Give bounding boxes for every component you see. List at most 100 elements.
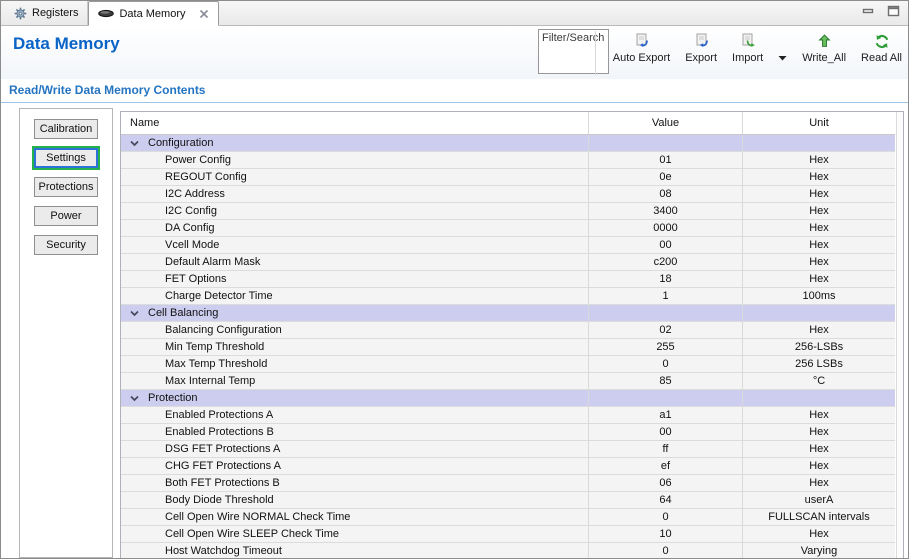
table-row[interactable]: Charge Detector Time1100ms: [121, 288, 895, 305]
toolbar-import-button[interactable]: Import: [732, 31, 763, 64]
table-row[interactable]: Host Watchdog Timeout0Varying: [121, 543, 895, 559]
group-name-cell: Protection: [121, 390, 589, 406]
cell-unit: Hex: [743, 322, 895, 338]
toolbar-auto-export-button[interactable]: Auto Export: [613, 31, 670, 64]
cell-value: 01: [589, 152, 743, 168]
tab-label: Registers: [32, 7, 78, 19]
cell-name: Both FET Protections B: [121, 475, 589, 491]
table-row[interactable]: REGOUT Config0eHex: [121, 169, 895, 186]
group-row-configuration[interactable]: Configuration: [121, 135, 895, 152]
column-header-unit[interactable]: Unit: [743, 112, 895, 134]
data-memory-table: Name Value Unit Configuration Power Confi…: [120, 111, 904, 559]
cell-value: 02: [589, 322, 743, 338]
column-header-name[interactable]: Name: [121, 112, 589, 134]
cell-name: I2C Address: [121, 186, 589, 202]
group-name-cell: Configuration: [121, 135, 589, 151]
cell-value: 08: [589, 186, 743, 202]
table-row[interactable]: Cell Open Wire NORMAL Check Time0FULLSCA…: [121, 509, 895, 526]
cell-name: Balancing Configuration: [121, 322, 589, 338]
table-row[interactable]: FET Options18Hex: [121, 271, 895, 288]
group-label: Cell Balancing: [148, 307, 218, 319]
table-row[interactable]: Balancing Configuration02Hex: [121, 322, 895, 339]
cell-name: I2C Config: [121, 203, 589, 219]
cell-unit: Hex: [743, 186, 895, 202]
chevron-down-icon[interactable]: [130, 140, 139, 147]
cell-unit: Hex: [743, 526, 895, 542]
table-row[interactable]: Min Temp Threshold255256-LSBs: [121, 339, 895, 356]
table-row[interactable]: Vcell Mode00Hex: [121, 237, 895, 254]
sidebar-button-protections[interactable]: Protections: [34, 177, 98, 197]
cell-name: DA Config: [121, 220, 589, 236]
toolbar-read-all-button[interactable]: Read All: [861, 31, 902, 64]
toolbar-button-label: Read All: [861, 52, 902, 64]
table-row[interactable]: Body Diode Threshold64userA: [121, 492, 895, 509]
cell-value: 00: [589, 237, 743, 253]
close-icon[interactable]: [199, 9, 209, 19]
cell-unit: 100ms: [743, 288, 895, 304]
cell-unit: FULLSCAN intervals: [743, 509, 895, 525]
cell-value: 0: [589, 509, 743, 525]
sidebar-button-settings[interactable]: Settings: [34, 148, 98, 168]
table-row[interactable]: I2C Config3400Hex: [121, 203, 895, 220]
toolbar-write-all-button[interactable]: Write_All: [802, 31, 846, 64]
table-row[interactable]: Enabled Protections Aa1Hex: [121, 407, 895, 424]
refresh-icon: [874, 33, 890, 49]
cell-unit: °C: [743, 373, 895, 389]
sidebar-button-calibration[interactable]: Calibration: [34, 119, 98, 139]
group-label: Protection: [148, 392, 198, 404]
sidebar-button-security[interactable]: Security: [34, 235, 98, 255]
table-row[interactable]: DA Config0000Hex: [121, 220, 895, 237]
cell-value: 00: [589, 424, 743, 440]
table-row[interactable]: Default Alarm Maskc200Hex: [121, 254, 895, 271]
chevron-down-icon[interactable]: [130, 310, 139, 317]
page-title: Data Memory: [13, 34, 120, 54]
cell-value: 64: [589, 492, 743, 508]
group-row-protection[interactable]: Protection: [121, 390, 895, 407]
group-unit-cell: [743, 390, 895, 406]
table-row[interactable]: I2C Address08Hex: [121, 186, 895, 203]
cell-name: Vcell Mode: [121, 237, 589, 253]
minimize-icon[interactable]: [862, 5, 875, 17]
toolbar-button-label: Write_All: [802, 52, 846, 64]
tab-data-memory[interactable]: Data Memory: [88, 1, 218, 26]
tab-registers[interactable]: Registers: [5, 1, 88, 25]
table-row[interactable]: DSG FET Protections AffHex: [121, 441, 895, 458]
cell-value: 0: [589, 356, 743, 372]
group-value-cell: [589, 135, 743, 151]
group-row-cell-balancing[interactable]: Cell Balancing: [121, 305, 895, 322]
cell-name: Enabled Protections A: [121, 407, 589, 423]
cell-value: c200: [589, 254, 743, 270]
cell-unit: Hex: [743, 237, 895, 253]
table-row[interactable]: Enabled Protections B00Hex: [121, 424, 895, 441]
header-band: Data Memory Auto Export Export Import Write…: [1, 27, 908, 79]
scrollbar-track[interactable]: [896, 112, 903, 558]
maximize-icon[interactable]: [887, 5, 900, 17]
write-arrow-icon: [818, 33, 831, 49]
cell-name: Max Internal Temp: [121, 373, 589, 389]
cell-unit: 256-LSBs: [743, 339, 895, 355]
toolbar-button-label: Import: [732, 52, 763, 64]
table-row[interactable]: Max Internal Temp85°C: [121, 373, 895, 390]
cell-name: Cell Open Wire SLEEP Check Time: [121, 526, 589, 542]
column-header-value[interactable]: Value: [589, 112, 743, 134]
chevron-down-icon[interactable]: [130, 395, 139, 402]
cell-unit: Hex: [743, 152, 895, 168]
table-row[interactable]: Power Config01Hex: [121, 152, 895, 169]
cell-name: Min Temp Threshold: [121, 339, 589, 355]
dropdown-arrow-icon[interactable]: [778, 55, 787, 61]
cell-name: Default Alarm Mask: [121, 254, 589, 270]
table-row[interactable]: Both FET Protections B06Hex: [121, 475, 895, 492]
cell-name: REGOUT Config: [121, 169, 589, 185]
group-unit-cell: [743, 305, 895, 321]
group-label: Configuration: [148, 137, 213, 149]
cell-name: Charge Detector Time: [121, 288, 589, 304]
section-header: Read/Write Data Memory Contents: [1, 79, 908, 103]
table-row[interactable]: CHG FET Protections AefHex: [121, 458, 895, 475]
table-row[interactable]: Cell Open Wire SLEEP Check Time10Hex: [121, 526, 895, 543]
cell-unit: Hex: [743, 271, 895, 287]
cell-name: Enabled Protections B: [121, 424, 589, 440]
toolbar-export-button[interactable]: Export: [685, 31, 717, 64]
data-memory-view: Registers Data Memory Data Memory Auto Ex…: [0, 0, 909, 559]
table-row[interactable]: Max Temp Threshold0256 LSBs: [121, 356, 895, 373]
sidebar-button-power[interactable]: Power: [34, 206, 98, 226]
